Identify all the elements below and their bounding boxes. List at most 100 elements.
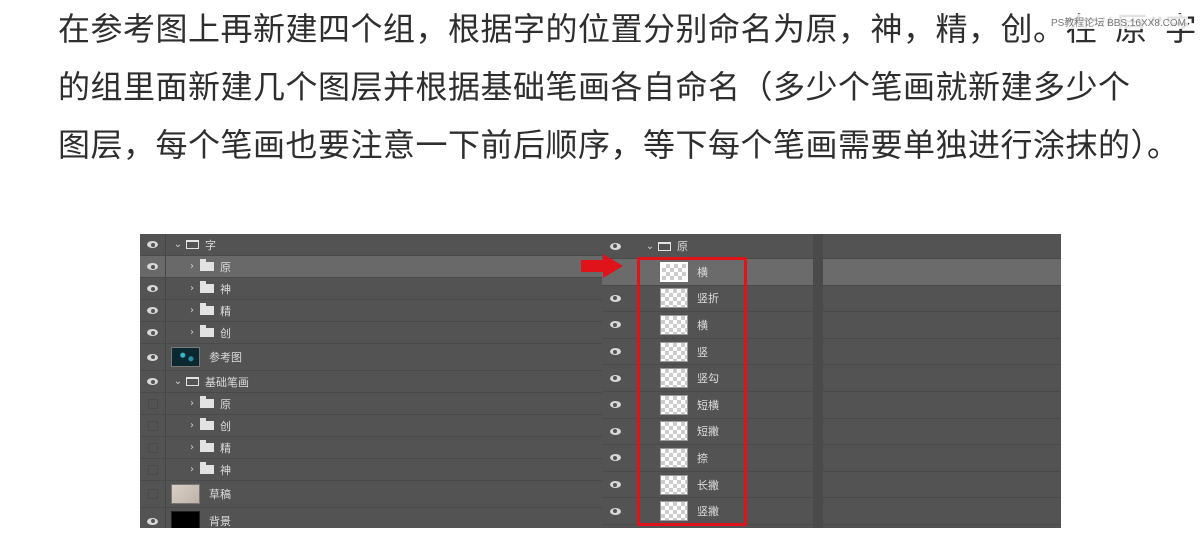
visibility-toggle[interactable] <box>140 508 166 528</box>
eye-icon <box>147 353 158 361</box>
visibility-toggle[interactable] <box>140 256 166 277</box>
layer-label: 字 <box>205 238 216 252</box>
layer-group-basic-strokes[interactable]: ⌄ 基础笔画 <box>140 371 602 393</box>
site-watermark: PS教程论坛 BBS.16XX8.COM <box>1048 14 1188 29</box>
eye-icon <box>147 241 158 248</box>
layer-thumbnail <box>171 484 200 504</box>
eye-icon <box>609 242 621 250</box>
folder-open-icon <box>186 240 199 249</box>
layer-group-yuan-hidden[interactable]: › 原 <box>140 393 602 415</box>
layer-draft[interactable]: 草稿 <box>140 481 602 508</box>
visibility-toggle[interactable] <box>602 507 628 515</box>
chevron-right-icon[interactable]: › <box>186 398 198 409</box>
folder-open-icon <box>658 241 671 251</box>
layer-group-chuang[interactable]: › 创 <box>140 322 602 344</box>
visibility-toggle[interactable] <box>602 242 628 250</box>
pointer-arrow-icon <box>581 254 623 278</box>
chevron-down-icon[interactable]: ⌄ <box>172 239 184 250</box>
layer-label: 创 <box>220 326 231 340</box>
article-line-3: 图层，每个笔画也要注意一下前后顺序，等下每个笔画需要单独进行涂抹的）。 <box>58 126 1180 164</box>
chevron-right-icon[interactable]: › <box>186 305 198 316</box>
visibility-toggle[interactable] <box>140 437 166 458</box>
visibility-toggle[interactable] <box>602 348 628 356</box>
visibility-toggle[interactable] <box>602 454 628 462</box>
layer-label: 精 <box>220 304 231 318</box>
layer-label: 神 <box>220 463 231 477</box>
layer-thumbnail <box>171 347 200 367</box>
chevron-down-icon[interactable]: ⌄ <box>172 376 184 387</box>
article-text: 在参考图上再新建四个组，根据字的位置分别命名为原，神，精，创。在“原”字 的组里… <box>58 0 1198 174</box>
visibility-toggle[interactable] <box>602 374 628 382</box>
eye-icon <box>147 329 158 336</box>
eye-icon <box>609 321 621 329</box>
layer-group-zi[interactable]: ⌄ 字 <box>140 234 602 256</box>
layer-label: 草稿 <box>209 488 231 501</box>
eye-icon <box>609 454 621 462</box>
folder-icon <box>200 396 214 408</box>
layer-background[interactable]: 背景 <box>140 508 602 528</box>
visibility-toggle[interactable] <box>140 393 166 414</box>
layer-group-jing-hidden[interactable]: › 精 <box>140 437 602 459</box>
chevron-right-icon[interactable]: › <box>186 464 198 475</box>
article-line-1: 在参考图上再新建四个组，根据字的位置分别命名为原，神，精，创。在“原”字 <box>58 10 1198 48</box>
layer-group-jing[interactable]: › 精 <box>140 300 602 322</box>
layer-group-shen[interactable]: › 神 <box>140 278 602 300</box>
layer-group-yuan-expanded[interactable]: ⌄ 原 <box>602 234 1061 259</box>
visibility-toggle[interactable] <box>140 278 166 299</box>
folder-icon <box>200 440 214 452</box>
chevron-right-icon[interactable]: › <box>186 327 198 338</box>
chevron-right-icon[interactable]: › <box>186 261 198 272</box>
chevron-right-icon[interactable]: › <box>186 283 198 294</box>
eye-off-icon <box>147 464 158 475</box>
layer-reference-image[interactable]: 参考图 <box>140 344 602 371</box>
chevron-right-icon[interactable]: › <box>186 420 198 431</box>
layer-label: 原 <box>220 260 231 274</box>
layers-panel-left: ⌄ 字 › 原 › 神 › 精 › 创 参考图 ⌄ 基础笔画 › 原 › 创 ›… <box>140 234 602 528</box>
visibility-toggle[interactable] <box>602 401 628 409</box>
eye-icon <box>147 285 158 292</box>
folder-icon <box>200 462 214 474</box>
eye-off-icon <box>147 420 158 431</box>
folder-icon <box>200 281 214 293</box>
visibility-toggle[interactable] <box>140 234 166 255</box>
folder-open-icon <box>186 377 199 386</box>
folder-icon <box>200 259 214 271</box>
eye-icon <box>609 427 621 435</box>
layer-group-shen-hidden[interactable]: › 神 <box>140 459 602 481</box>
layer-label: 背景 <box>209 515 231 528</box>
visibility-toggle[interactable] <box>140 371 166 392</box>
visibility-toggle[interactable] <box>602 294 628 302</box>
eye-icon <box>147 307 158 314</box>
folder-icon <box>200 303 214 315</box>
visibility-toggle[interactable] <box>140 415 166 436</box>
chevron-down-icon[interactable]: ⌄ <box>644 241 656 252</box>
eye-icon <box>147 263 158 270</box>
visibility-toggle[interactable] <box>140 322 166 343</box>
visibility-toggle[interactable] <box>140 344 166 370</box>
chevron-right-icon[interactable]: › <box>186 442 198 453</box>
layer-label: 参考图 <box>209 351 242 364</box>
layer-thumbnail <box>171 511 200 528</box>
layer-label: 神 <box>220 282 231 296</box>
eye-icon <box>609 374 621 382</box>
folder-icon <box>200 418 214 430</box>
layer-group-yuan[interactable]: › 原 <box>140 256 602 278</box>
folder-icon <box>200 325 214 337</box>
visibility-toggle[interactable] <box>602 321 628 329</box>
visibility-toggle[interactable] <box>140 481 166 507</box>
visibility-toggle[interactable] <box>602 427 628 435</box>
layer-group-chuang-hidden[interactable]: › 创 <box>140 415 602 437</box>
article-line-2: 的组里面新建几个图层并根据基础笔画各自命名（多少个笔画就新建多少个 <box>58 68 1131 106</box>
eye-icon <box>147 517 158 525</box>
scrollbar[interactable] <box>813 234 823 528</box>
visibility-toggle[interactable] <box>140 459 166 480</box>
layer-label: 原 <box>220 397 231 411</box>
eye-icon <box>609 348 621 356</box>
layer-label: 原 <box>677 240 688 253</box>
visibility-toggle[interactable] <box>140 300 166 321</box>
visibility-toggle[interactable] <box>602 481 628 489</box>
layer-label: 精 <box>220 441 231 455</box>
eye-icon <box>609 507 621 515</box>
eye-off-icon <box>147 442 158 453</box>
eye-off-icon <box>147 489 158 499</box>
